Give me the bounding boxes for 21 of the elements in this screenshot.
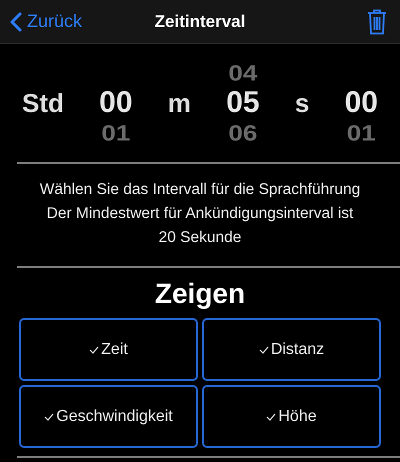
info-text: Wählen Sie das Intervall für die Sprachführung Der Mindestwert für Ankündigungsinterval ist 20 Sekunde [38, 180, 362, 248]
screen-title: Zeitinterval [154, 12, 246, 32]
section-heading: Zeigen [154, 278, 246, 310]
back-button[interactable]: Zurück [10, 11, 82, 32]
option-toggle[interactable]: Geschwindigkeit [19, 385, 198, 448]
chevron-left-icon [10, 12, 22, 32]
picker-value[interactable]: 00 [99, 88, 133, 118]
picker-value[interactable]: 01 [346, 122, 376, 144]
delete-button[interactable] [367, 8, 387, 34]
trash-icon [367, 8, 387, 34]
option-toggle[interactable]: Zeit [19, 318, 198, 381]
picker-value[interactable]: 00 [344, 88, 378, 118]
picker-value[interactable]: 05 [226, 88, 260, 118]
picker-unit-label: m [168, 88, 191, 118]
picker-value[interactable]: 06 [228, 122, 258, 144]
picker-unit-label: Std [22, 88, 64, 118]
picker-value[interactable]: 01 [101, 122, 130, 144]
picker-value[interactable]: 04 [228, 62, 258, 84]
option-toggle[interactable]: Distanz [202, 318, 381, 381]
option-toggle[interactable]: Höhe [202, 385, 381, 448]
picker-unit-label: s [294, 88, 310, 118]
